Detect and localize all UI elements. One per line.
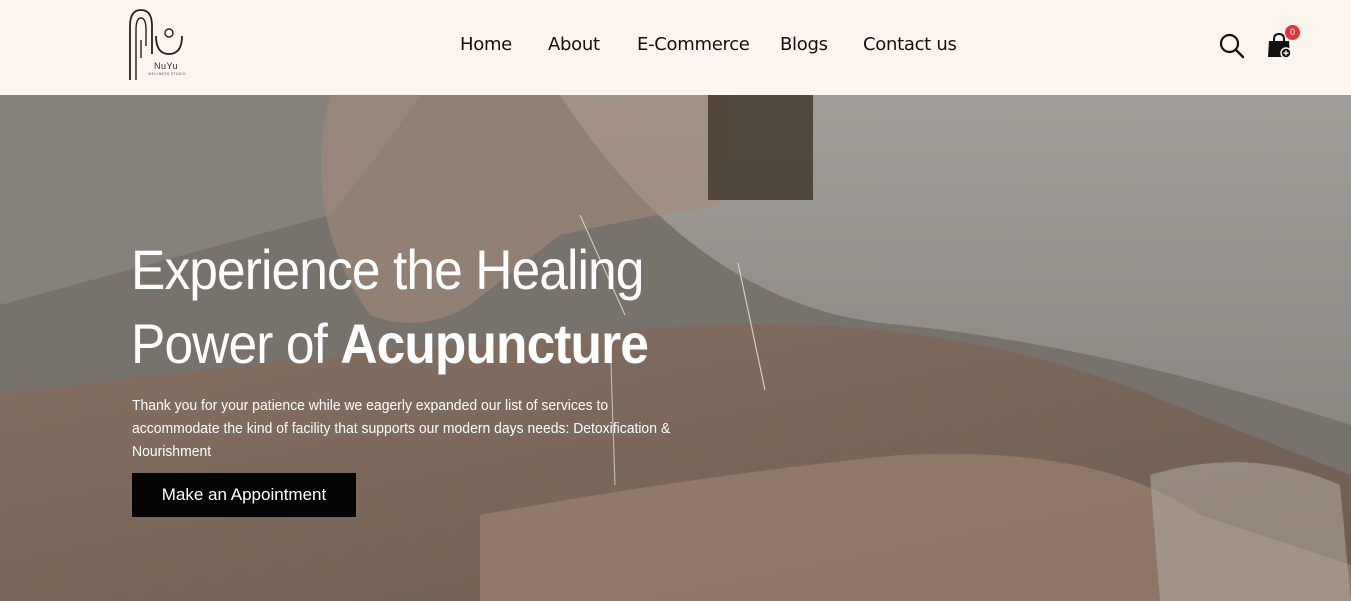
hero-title: Experience the Healing Power of Acupunct… <box>131 233 701 381</box>
hero-description: Thank you for your patience while we eag… <box>132 397 671 460</box>
hero-section: Experience the Healing Power of Acupunct… <box>0 95 1351 601</box>
hero-title-highlight: Acupuncture <box>340 312 649 375</box>
make-appointment-button[interactable]: Make an Appointment <box>132 473 356 517</box>
nav-item-e-commerce[interactable]: E-Commerce <box>637 34 750 55</box>
cart-count-badge: 0 <box>1285 25 1300 40</box>
nav-item-home[interactable]: Home <box>460 34 512 55</box>
hero-title-line2: Power of <box>131 312 341 375</box>
brand-logo[interactable]: NuYu WELLNESS STUDIO <box>126 6 188 82</box>
search-icon[interactable] <box>1218 32 1246 60</box>
brand-tagline: WELLNESS STUDIO <box>148 72 186 76</box>
hero-title-line1: Experience the Healing <box>131 238 644 301</box>
brand-name: NuYu <box>154 61 179 71</box>
nav-item-blogs[interactable]: Blogs <box>780 34 828 55</box>
nav-item-contact-us[interactable]: Contact us <box>863 34 957 55</box>
site-header: NuYu WELLNESS STUDIO Home About E-Commer… <box>0 0 1351 95</box>
nav-item-about[interactable]: About <box>548 34 600 55</box>
